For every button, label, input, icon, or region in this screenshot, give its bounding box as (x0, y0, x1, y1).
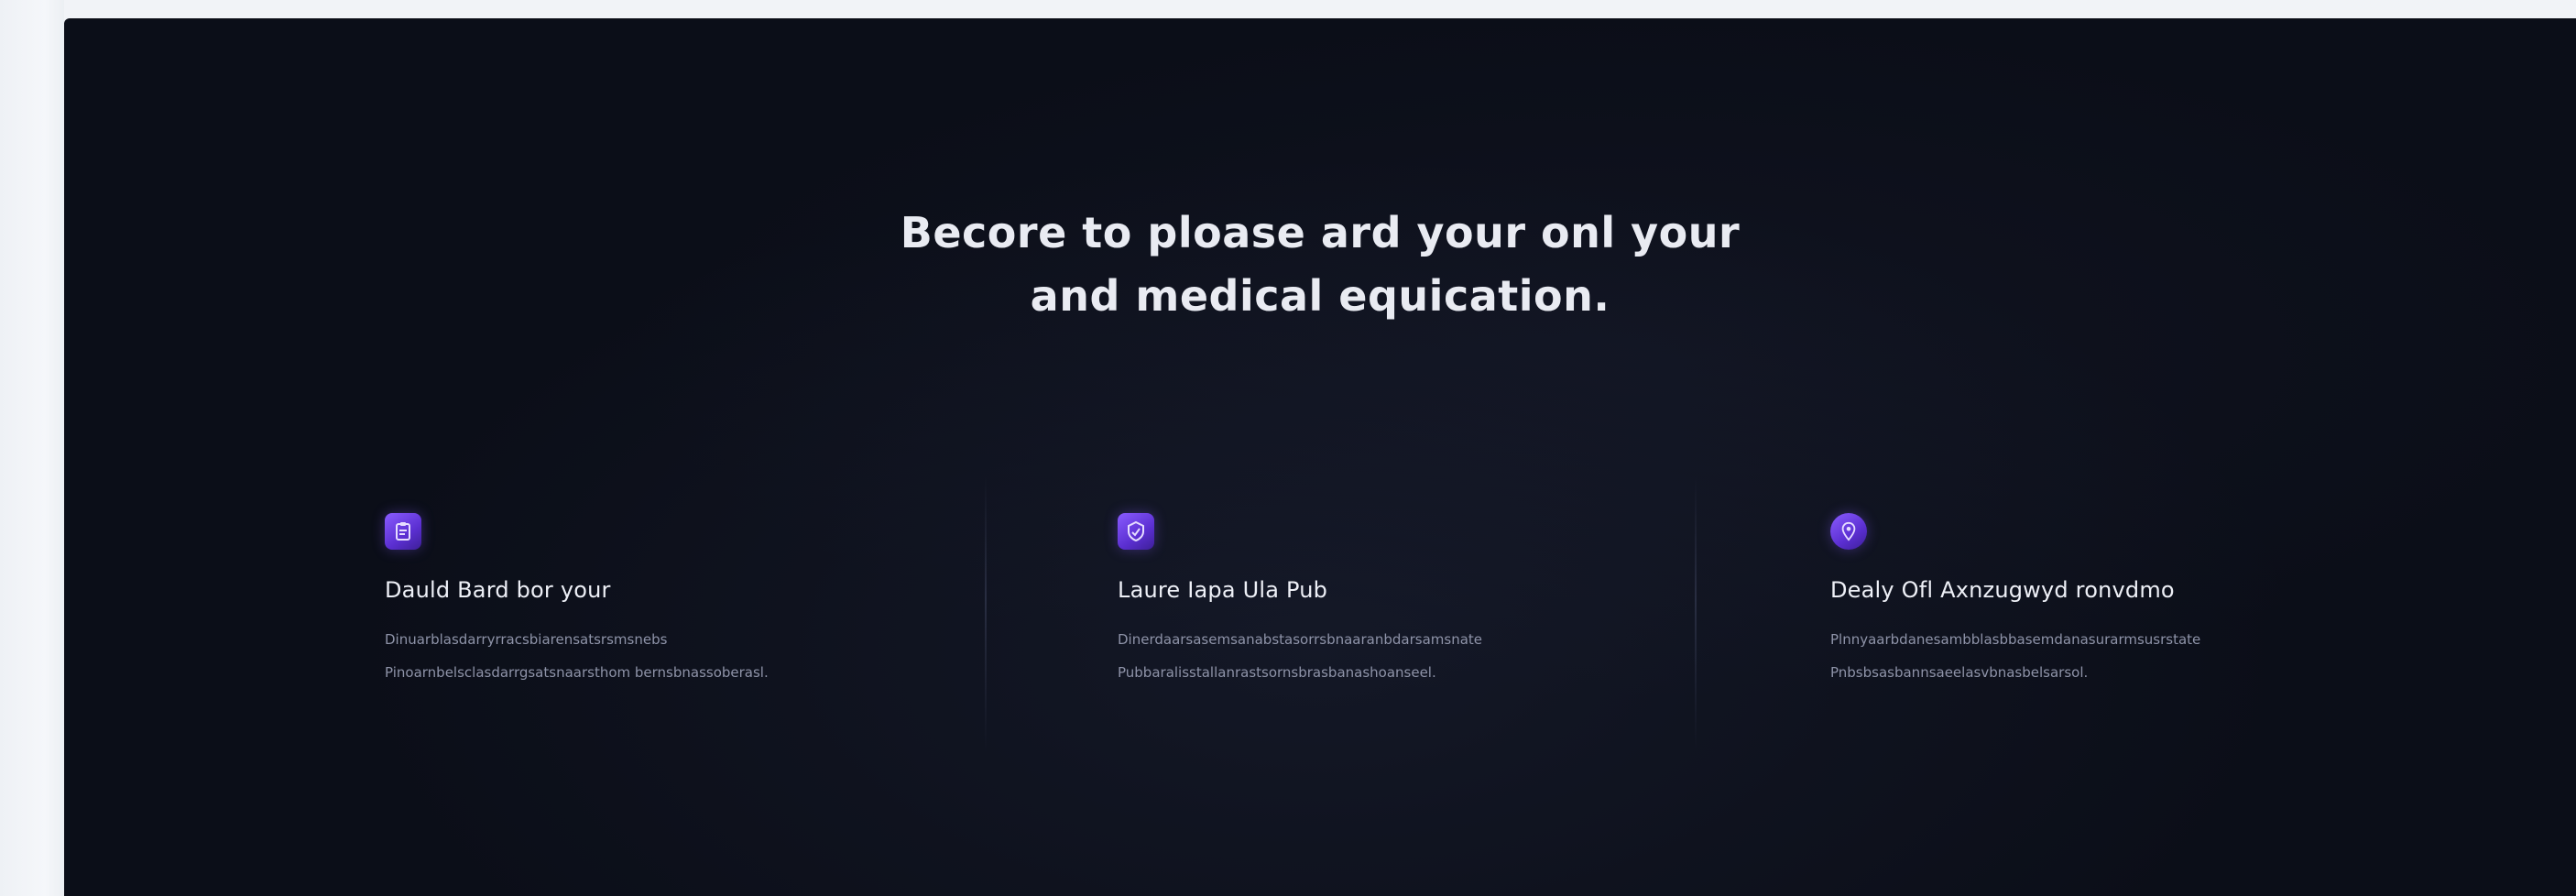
feature-title: Laure Iapa Ula Pub (1118, 577, 1328, 603)
location-pin-icon (1830, 513, 1867, 550)
column-divider (985, 476, 987, 751)
feature-title: Dauld Bard bor your (385, 577, 611, 603)
shield-icon-glyph (1128, 520, 1144, 542)
clipboard-icon-glyph (396, 522, 410, 541)
location-pin-icon-glyph (1841, 521, 1856, 541)
page: Becore to ploase ard your onl your and m… (0, 0, 2576, 896)
feature-card: Dauld Bard bor your Dinuarblasdarryrracs… (385, 513, 953, 689)
feature-description: Dinerdaarsasemsanabstasorrsbnaaranbdarsa… (1118, 631, 1483, 681)
feature-card: Dealy Ofl Axnzugwyd ronvdmo Plnnyaarbdan… (1830, 513, 2398, 689)
clipboard-icon (385, 513, 421, 550)
browser-top-strip (0, 0, 2576, 18)
shield-icon (1118, 513, 1154, 550)
feature-description: Plnnyaarbdanesambblasbbasemdanasurarmsus… (1830, 631, 2201, 681)
column-divider (1695, 476, 1697, 751)
feature-card: Laure Iapa Ula Pub Dinerdaarsasemsanabst… (1118, 513, 1686, 689)
dark-feature-section: Becore to ploase ard your onl your and m… (64, 18, 2576, 896)
hero-heading-line-2: and medical equication. (1030, 271, 1610, 321)
hero-heading: Becore to ploase ard your onl your and m… (64, 202, 2576, 328)
left-gutter (0, 0, 64, 896)
hero-heading-line-1: Becore to ploase ard your onl your (900, 208, 1741, 257)
feature-description: Dinuarblasdarryrracsbiarensatsrsmsnebs P… (385, 631, 769, 681)
feature-title: Dealy Ofl Axnzugwyd ronvdmo (1830, 577, 2175, 603)
